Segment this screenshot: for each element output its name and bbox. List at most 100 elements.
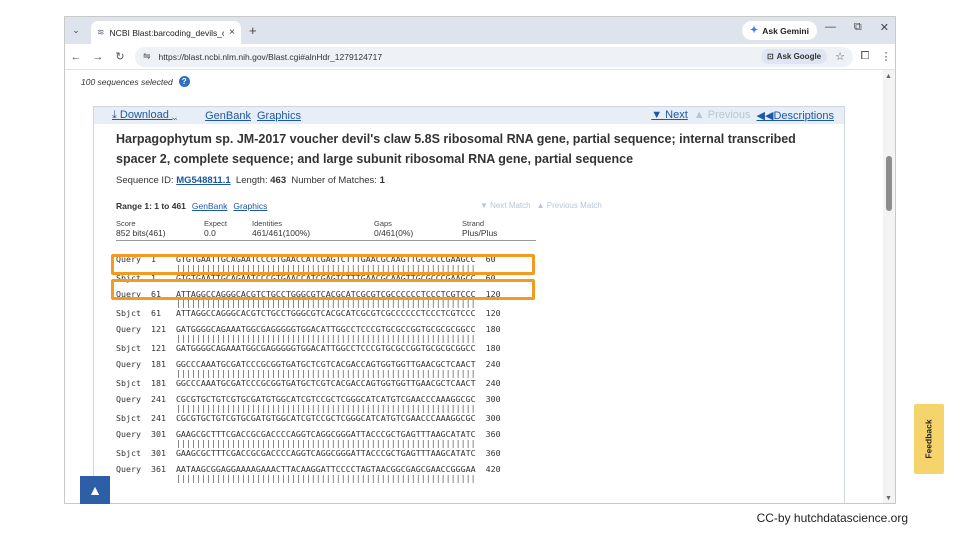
query-highlight-box (111, 254, 535, 275)
previous-link: ▲ Previous (693, 109, 751, 121)
vertical-scrollbar[interactable]: ▲ ▼ (883, 70, 895, 503)
address-bar[interactable]: ⇋ https://blast.ncbi.nlm.nih.gov/Blast.c… (135, 46, 853, 67)
site-settings-icon[interactable]: ⇋ (143, 51, 151, 62)
reload-icon[interactable]: ↻ (109, 50, 131, 63)
stat-header: Identities (252, 219, 283, 228)
help-icon[interactable]: ? (178, 76, 190, 87)
match-bars: ||||||||||||||||||||||||||||||||||||||||… (116, 403, 476, 413)
match-bars: ||||||||||||||||||||||||||||||||||||||||… (116, 333, 476, 343)
sbjct-line (116, 483, 501, 493)
length-value: 463 (270, 175, 287, 186)
menu-kebab-icon[interactable]: ⋮ (877, 50, 895, 63)
alignment-stats: Score Expect Identities Gaps Strand 852 … (116, 219, 536, 241)
close-window-icon[interactable]: ✕ (880, 21, 889, 34)
ask-gemini-button[interactable]: ✦ Ask Gemini (741, 21, 817, 40)
genbank-link[interactable]: GenBank (205, 110, 251, 122)
matches-label: Number of Matches: (291, 175, 377, 186)
ask-google-label: Ask Google (776, 52, 822, 61)
previous-match-link: ▲ Previous Match (536, 201, 602, 210)
panel-header: ⤓ Download ⌄ GenBank Graphics ▼ Next ▲ P… (94, 107, 844, 124)
ask-google-button[interactable]: ⊡ Ask Google (760, 49, 828, 64)
extensions-icon[interactable]: ⧠ (853, 50, 877, 63)
previous-match-label: Previous Match (546, 201, 602, 210)
selection-count: 100 sequences selected ? (81, 76, 190, 87)
seqid-link[interactable]: MG548811.1 (176, 175, 230, 186)
range-label: Range 1: 1 to 461 (116, 201, 186, 211)
selected-text: 100 sequences selected (81, 76, 173, 87)
new-tab-icon[interactable]: + (249, 23, 257, 38)
sequence-info: Sequence ID: MG548811.1 Length: 463 Numb… (116, 175, 385, 186)
descriptions-label: Descriptions (773, 110, 834, 122)
restore-icon[interactable]: ⧉ (854, 21, 862, 34)
tab-blast[interactable]: ≋ NCBI Blast:barcoding_devils_cla × (91, 21, 241, 44)
sbjct-line: Sbjct 241 CGCGTGCTGTCGTGCGATGTGGCATCGTCC… (116, 413, 501, 423)
next-label: Next (665, 109, 688, 121)
back-to-top-icon[interactable]: ▲ (80, 476, 110, 504)
seqid-label: Sequence ID: (116, 175, 174, 186)
sbjct-line: Sbjct 301 GAAGCGCTTTCGACCGCGACCCCAGGTCAG… (116, 448, 501, 458)
graphics-link[interactable]: Graphics (257, 110, 301, 122)
tab-search-icon[interactable]: ⌄ (65, 25, 87, 36)
sbjct-highlight-box (111, 279, 535, 300)
url-text: https://blast.ncbi.nlm.nih.gov/Blast.cgi… (158, 51, 383, 62)
stat-header: Gaps (374, 219, 392, 228)
match-bars: ||||||||||||||||||||||||||||||||||||||||… (116, 298, 476, 308)
match-bars: ||||||||||||||||||||||||||||||||||||||||… (116, 438, 476, 448)
match-navigation: ▼ Next Match ▲ Previous Match (480, 201, 602, 210)
ask-gemini-label: Ask Gemini (762, 25, 809, 36)
stat-value: Plus/Plus (462, 228, 498, 238)
descriptions-link[interactable]: ◀◀Descriptions (757, 109, 834, 122)
download-link[interactable]: ⤓ Download ⌄ (112, 109, 177, 122)
scrollbar-thumb[interactable] (886, 156, 892, 211)
stats-header-row: Score Expect Identities Gaps Strand (116, 219, 536, 228)
record-navigation: ▼ Next ▲ Previous ◀◀Descriptions (651, 109, 834, 122)
scroll-down-icon[interactable]: ▼ (885, 495, 892, 502)
match-bars: ||||||||||||||||||||||||||||||||||||||||… (116, 473, 476, 483)
next-link[interactable]: ▼ Next (651, 109, 688, 122)
stat-header: Score (116, 219, 136, 228)
range-graphics-link[interactable]: Graphics (233, 201, 267, 211)
header-links: GenBank Graphics (205, 110, 301, 122)
range-genbank-link[interactable]: GenBank (192, 201, 227, 211)
credit-text: CC-by hutchdatascience.org (756, 511, 908, 525)
length-label: Length: (235, 175, 268, 186)
stat-value: 852 bits(461) (116, 228, 166, 238)
minimize-icon[interactable]: — (825, 21, 836, 34)
stats-divider (116, 240, 536, 241)
stat-value: 0/461(0%) (374, 228, 414, 238)
sbjct-line: Sbjct 121 GATGGGGCAGAAATGGCGAGGGGGTGGACA… (116, 343, 501, 353)
sbjct-line: Sbjct 61 ATTAGGCCAGGGCACGTCTGCCTGGGCGTCA… (116, 308, 501, 318)
stat-value: 461/461(100%) (252, 228, 311, 238)
scroll-up-icon[interactable]: ▲ (885, 73, 892, 80)
feedback-label: Feedback (924, 419, 934, 459)
ncbi-favicon-icon: ≋ (97, 27, 105, 37)
stats-value-row: 852 bits(461) 0.0 461/461(100%) 0/461(0%… (116, 228, 536, 238)
matches-value: 1 (379, 175, 385, 186)
window-controls: — ⧉ ✕ (825, 21, 889, 34)
tab-close-icon[interactable]: × (229, 27, 235, 38)
stat-header: Strand (462, 219, 485, 228)
tab-title: NCBI Blast:barcoding_devils_cla (109, 27, 225, 38)
back-icon[interactable]: ← (65, 51, 87, 63)
feedback-button[interactable]: Feedback (914, 404, 944, 474)
stat-value: 0.0 (204, 228, 216, 238)
page-viewport: 100 sequences selected ? ⤓ Download ⌄ Ge… (65, 70, 885, 503)
gemini-spark-icon: ✦ (749, 25, 759, 36)
lens-icon: ⊡ (766, 52, 774, 61)
previous-label: Previous (707, 109, 751, 121)
next-match-link: ▼ Next Match (480, 201, 531, 210)
next-match-label: Next Match (490, 201, 531, 210)
tab-bar: ⌄ ≋ NCBI Blast:barcoding_devils_cla × + … (65, 17, 895, 44)
sbjct-line: Sbjct 181 GGCCCAAATGCGATCCCGCGGTGATGCTCG… (116, 378, 501, 388)
range-row: Range 1: 1 to 461 GenBank Graphics (116, 201, 267, 211)
forward-icon[interactable]: → (87, 51, 109, 63)
sequence-title: Harpagophytum sp. JM-2017 voucher devil'… (116, 132, 796, 166)
browser-window: ⌄ ≋ NCBI Blast:barcoding_devils_cla × + … (64, 16, 896, 504)
address-bar-row: ← → ↻ ⇋ https://blast.ncbi.nlm.nih.gov/B… (65, 44, 895, 70)
bookmark-star-icon[interactable]: ☆ (835, 50, 845, 63)
slide: ⌄ ≋ NCBI Blast:barcoding_devils_cla × + … (0, 0, 960, 540)
download-label: Download (119, 109, 169, 121)
stat-header: Expect (204, 219, 227, 228)
match-bars: ||||||||||||||||||||||||||||||||||||||||… (116, 368, 476, 378)
alignment-panel: ⤓ Download ⌄ GenBank Graphics ▼ Next ▲ P… (93, 106, 845, 503)
